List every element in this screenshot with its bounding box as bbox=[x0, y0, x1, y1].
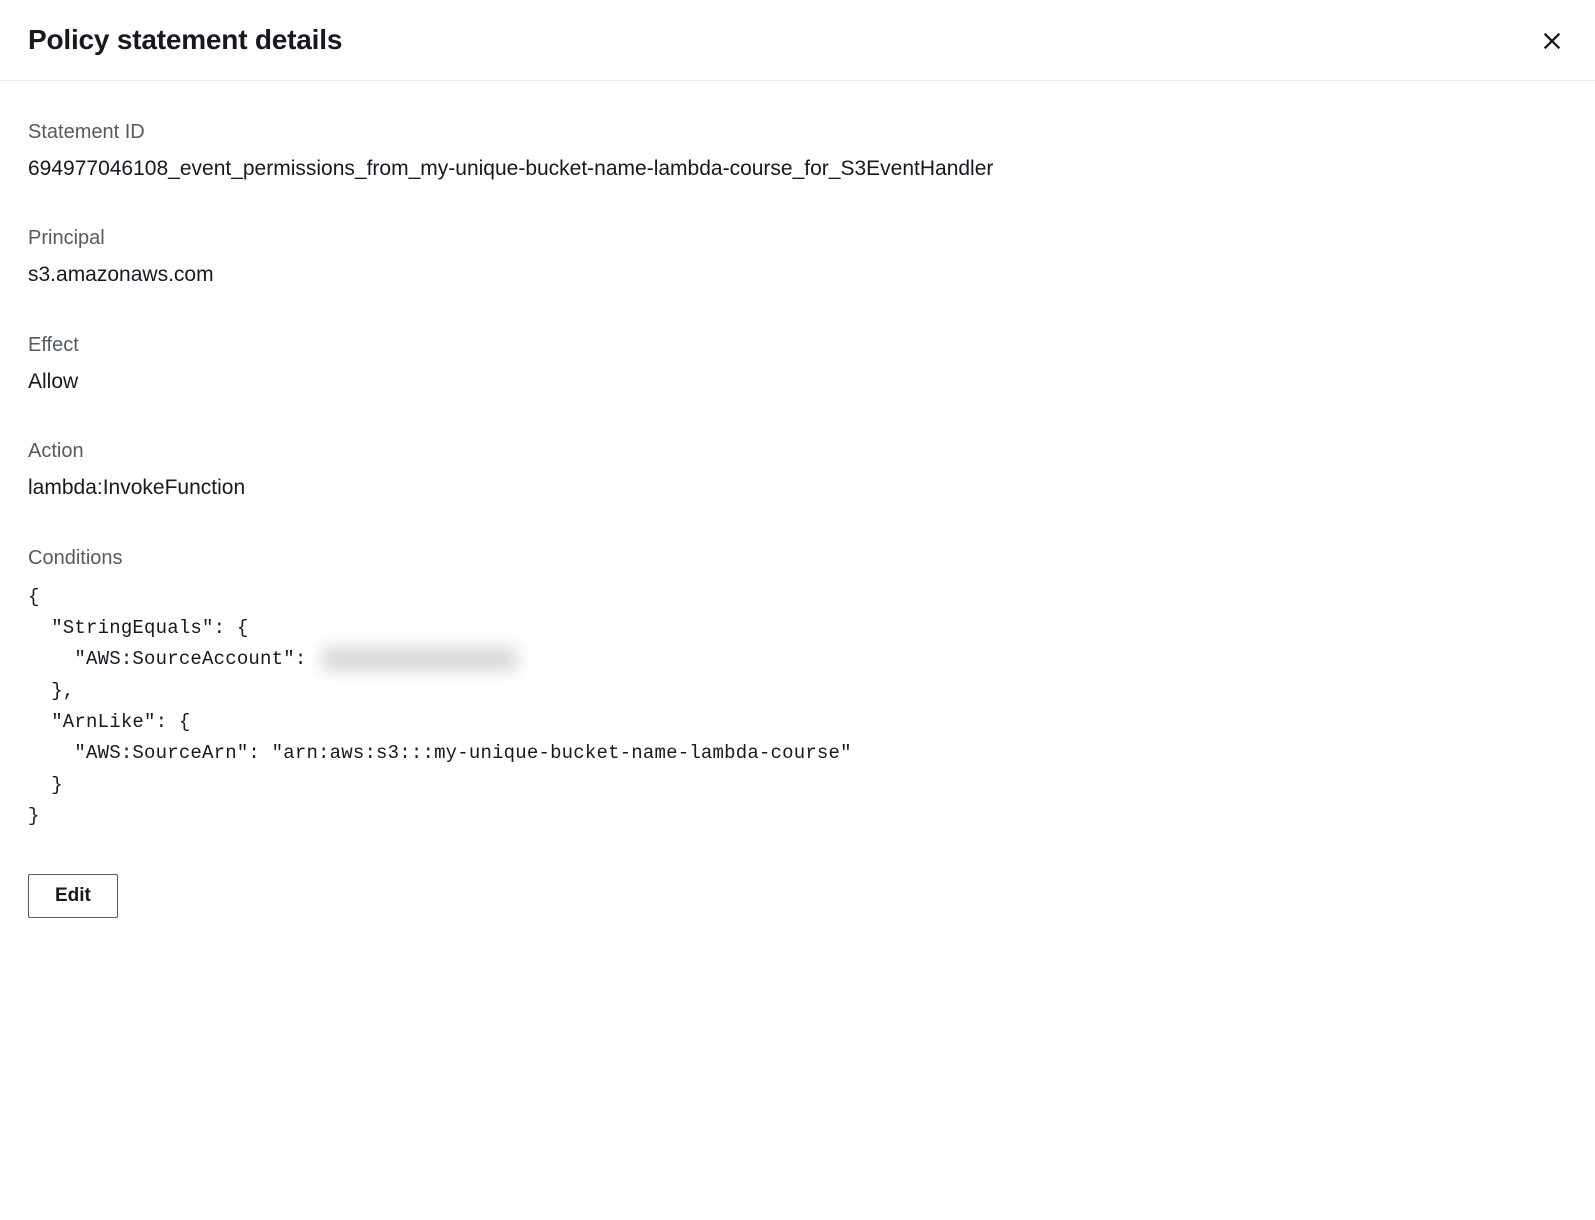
statement-id-value: 694977046108_event_permissions_from_my-u… bbox=[28, 154, 1567, 183]
code-line: "StringEquals": { bbox=[28, 617, 248, 639]
close-icon bbox=[1541, 30, 1563, 52]
modal-header: Policy statement details bbox=[0, 0, 1595, 81]
modal-body: Statement ID 694977046108_event_permissi… bbox=[0, 81, 1595, 946]
modal-title: Policy statement details bbox=[28, 24, 342, 56]
action-label: Action bbox=[28, 440, 1567, 463]
edit-button[interactable]: Edit bbox=[28, 874, 118, 918]
conditions-label: Conditions bbox=[28, 547, 1567, 570]
effect-field: Effect Allow bbox=[28, 334, 1567, 396]
code-line: { bbox=[28, 586, 40, 608]
effect-value: Allow bbox=[28, 367, 1567, 396]
code-line: }, bbox=[28, 680, 74, 702]
action-value: lambda:InvokeFunction bbox=[28, 473, 1567, 502]
code-line: "AWS:SourceArn": "arn:aws:s3:::my-unique… bbox=[28, 742, 852, 764]
action-field: Action lambda:InvokeFunction bbox=[28, 440, 1567, 502]
statement-id-label: Statement ID bbox=[28, 121, 1567, 144]
code-line: } bbox=[28, 805, 40, 827]
statement-id-field: Statement ID 694977046108_event_permissi… bbox=[28, 121, 1567, 183]
principal-label: Principal bbox=[28, 227, 1567, 250]
conditions-field: Conditions { "StringEquals": { "AWS:Sour… bbox=[28, 547, 1567, 833]
conditions-code: { "StringEquals": { "AWS:SourceAccount":… bbox=[28, 582, 1567, 833]
close-button[interactable] bbox=[1537, 26, 1567, 56]
code-line: "AWS:SourceAccount": bbox=[28, 648, 318, 670]
redacted-account-id bbox=[322, 647, 517, 671]
policy-statement-modal: Policy statement details Statement ID 69… bbox=[0, 0, 1595, 1220]
principal-field: Principal s3.amazonaws.com bbox=[28, 227, 1567, 289]
code-line: "ArnLike": { bbox=[28, 711, 190, 733]
code-line: } bbox=[28, 774, 63, 796]
principal-value: s3.amazonaws.com bbox=[28, 260, 1567, 289]
effect-label: Effect bbox=[28, 334, 1567, 357]
